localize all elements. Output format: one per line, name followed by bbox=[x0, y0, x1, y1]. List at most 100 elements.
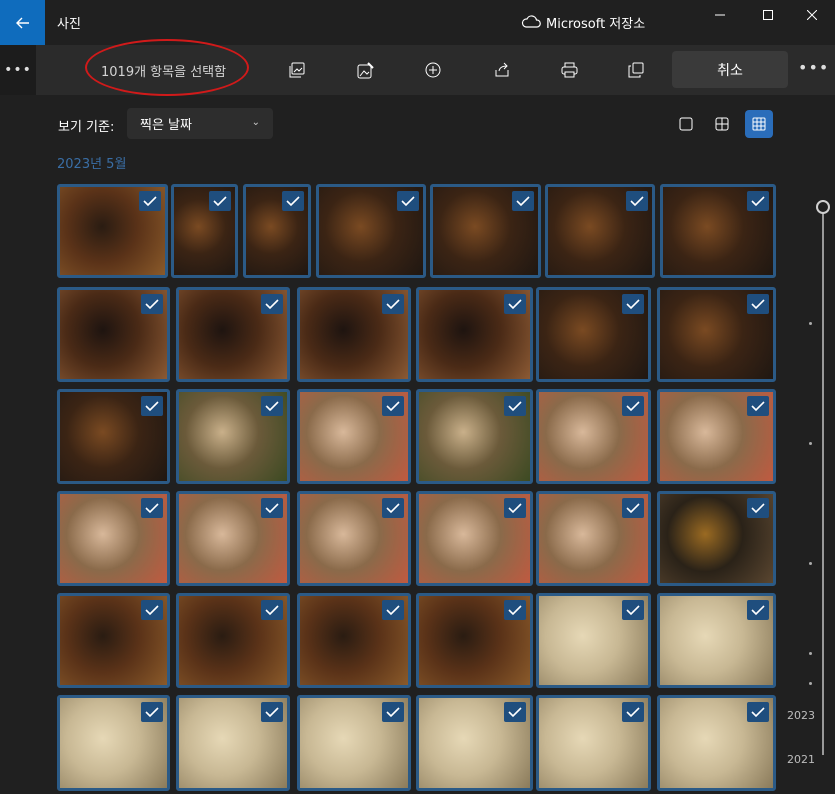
selected-checkbox[interactable] bbox=[622, 294, 644, 314]
timeline-year: 2021 bbox=[787, 753, 815, 766]
photo-thumbnail-salad-plate[interactable] bbox=[416, 389, 533, 484]
photo-thumbnail-restaurant-interior[interactable] bbox=[57, 593, 170, 688]
checkmark-icon bbox=[508, 707, 522, 718]
selected-checkbox[interactable] bbox=[141, 498, 163, 518]
selected-checkbox[interactable] bbox=[747, 600, 769, 620]
selected-checkbox[interactable] bbox=[141, 294, 163, 314]
checkmark-icon bbox=[508, 401, 522, 412]
photo-thumbnail-skewers[interactable] bbox=[536, 287, 651, 382]
selected-checkbox[interactable] bbox=[397, 191, 419, 211]
selected-checkbox[interactable] bbox=[504, 702, 526, 722]
photo-thumbnail-skewers[interactable] bbox=[243, 184, 311, 278]
selected-checkbox[interactable] bbox=[747, 498, 769, 518]
selected-checkbox[interactable] bbox=[747, 294, 769, 314]
photo-thumbnail-menu[interactable] bbox=[536, 695, 651, 791]
view-medium-grid-button[interactable] bbox=[708, 110, 736, 138]
view-small-grid-button[interactable] bbox=[745, 110, 773, 138]
photo-thumbnail-skewers[interactable] bbox=[171, 184, 238, 278]
more-options-button[interactable]: ••• bbox=[0, 45, 36, 95]
photo-thumbnail-skewers[interactable] bbox=[316, 184, 426, 278]
photo-thumbnail-skewers[interactable] bbox=[430, 184, 541, 278]
selected-checkbox[interactable] bbox=[747, 191, 769, 211]
photo-thumbnail-salad-plate[interactable] bbox=[176, 389, 290, 484]
selected-checkbox[interactable] bbox=[261, 498, 283, 518]
photo-thumbnail-skewers[interactable] bbox=[657, 287, 776, 382]
selected-checkbox[interactable] bbox=[141, 396, 163, 416]
photo-thumbnail-grilled-food[interactable] bbox=[57, 287, 170, 382]
photo-thumbnail-sashimi[interactable] bbox=[176, 491, 290, 586]
photo-thumbnail-sashimi[interactable] bbox=[297, 389, 411, 484]
photo-thumbnail-menu[interactable] bbox=[57, 695, 170, 791]
photo-thumbnail-sashimi[interactable] bbox=[416, 491, 533, 586]
selected-checkbox[interactable] bbox=[504, 498, 526, 518]
selected-checkbox[interactable] bbox=[141, 600, 163, 620]
photo-thumbnail-grilled-food[interactable] bbox=[176, 287, 290, 382]
photo-thumbnail-menu[interactable] bbox=[416, 695, 533, 791]
photo-thumbnail-sashimi[interactable] bbox=[536, 491, 651, 586]
selected-checkbox[interactable] bbox=[382, 396, 404, 416]
selected-checkbox[interactable] bbox=[622, 702, 644, 722]
edit-image-button[interactable] bbox=[354, 59, 376, 81]
timeline-track[interactable] bbox=[822, 200, 824, 755]
photo-thumbnail-beer[interactable] bbox=[657, 491, 776, 586]
checkmark-icon bbox=[213, 196, 227, 207]
photo-thumbnail-menu[interactable] bbox=[536, 593, 651, 688]
photo-thumbnail-grilled-food[interactable] bbox=[297, 287, 411, 382]
photo-thumbnail-skewers[interactable] bbox=[660, 184, 776, 278]
photo-thumbnail-sashimi[interactable] bbox=[536, 389, 651, 484]
photo-thumbnail-skewers[interactable] bbox=[57, 389, 170, 484]
photo-thumbnail-restaurant-interior[interactable] bbox=[57, 184, 168, 278]
selected-checkbox[interactable] bbox=[261, 294, 283, 314]
selected-checkbox[interactable] bbox=[504, 396, 526, 416]
maximize-button[interactable] bbox=[745, 0, 791, 30]
selected-checkbox[interactable] bbox=[504, 294, 526, 314]
more-icon[interactable]: ••• bbox=[798, 58, 829, 77]
selected-checkbox[interactable] bbox=[622, 600, 644, 620]
add-button[interactable] bbox=[422, 59, 444, 81]
checkmark-icon bbox=[516, 196, 530, 207]
selected-checkbox[interactable] bbox=[622, 396, 644, 416]
selected-checkbox[interactable] bbox=[141, 702, 163, 722]
selected-checkbox[interactable] bbox=[261, 702, 283, 722]
view-single-button[interactable] bbox=[672, 110, 700, 138]
back-button[interactable] bbox=[0, 0, 45, 45]
selected-checkbox[interactable] bbox=[139, 191, 161, 211]
share-button[interactable] bbox=[491, 59, 513, 81]
selected-checkbox[interactable] bbox=[626, 191, 648, 211]
timeline-handle[interactable] bbox=[816, 200, 830, 214]
photo-thumbnail-menu[interactable] bbox=[657, 593, 776, 688]
photo-thumbnail-restaurant-interior[interactable] bbox=[297, 593, 411, 688]
photo-thumbnail-grilled-food[interactable] bbox=[416, 287, 533, 382]
selected-checkbox[interactable] bbox=[622, 498, 644, 518]
selected-checkbox[interactable] bbox=[382, 498, 404, 518]
minimize-button[interactable] bbox=[697, 0, 743, 30]
print-button[interactable] bbox=[558, 59, 580, 81]
sort-dropdown[interactable]: 찍은 날짜 ⌄ bbox=[127, 108, 273, 139]
checkmark-icon bbox=[386, 401, 400, 412]
selected-checkbox[interactable] bbox=[261, 396, 283, 416]
selected-checkbox[interactable] bbox=[512, 191, 534, 211]
copy-image-button[interactable] bbox=[286, 59, 308, 81]
selected-checkbox[interactable] bbox=[382, 702, 404, 722]
cancel-button[interactable]: 취소 bbox=[672, 51, 788, 88]
photo-thumbnail-sashimi[interactable] bbox=[657, 389, 776, 484]
selected-checkbox[interactable] bbox=[261, 600, 283, 620]
photo-thumbnail-skewers[interactable] bbox=[545, 184, 655, 278]
selected-checkbox[interactable] bbox=[282, 191, 304, 211]
close-button[interactable] bbox=[789, 0, 835, 30]
selected-checkbox[interactable] bbox=[747, 702, 769, 722]
photo-thumbnail-menu[interactable] bbox=[176, 695, 290, 791]
selected-checkbox[interactable] bbox=[209, 191, 231, 211]
selected-checkbox[interactable] bbox=[382, 294, 404, 314]
selected-checkbox[interactable] bbox=[382, 600, 404, 620]
photo-thumbnail-menu[interactable] bbox=[297, 695, 411, 791]
duplicate-button[interactable] bbox=[625, 59, 647, 81]
photo-thumbnail-sashimi[interactable] bbox=[57, 491, 170, 586]
single-square-icon bbox=[679, 117, 693, 131]
photo-thumbnail-sashimi[interactable] bbox=[297, 491, 411, 586]
photo-thumbnail-restaurant-interior[interactable] bbox=[176, 593, 290, 688]
selected-checkbox[interactable] bbox=[504, 600, 526, 620]
photo-thumbnail-menu[interactable] bbox=[657, 695, 776, 791]
selected-checkbox[interactable] bbox=[747, 396, 769, 416]
photo-thumbnail-restaurant-interior[interactable] bbox=[416, 593, 533, 688]
